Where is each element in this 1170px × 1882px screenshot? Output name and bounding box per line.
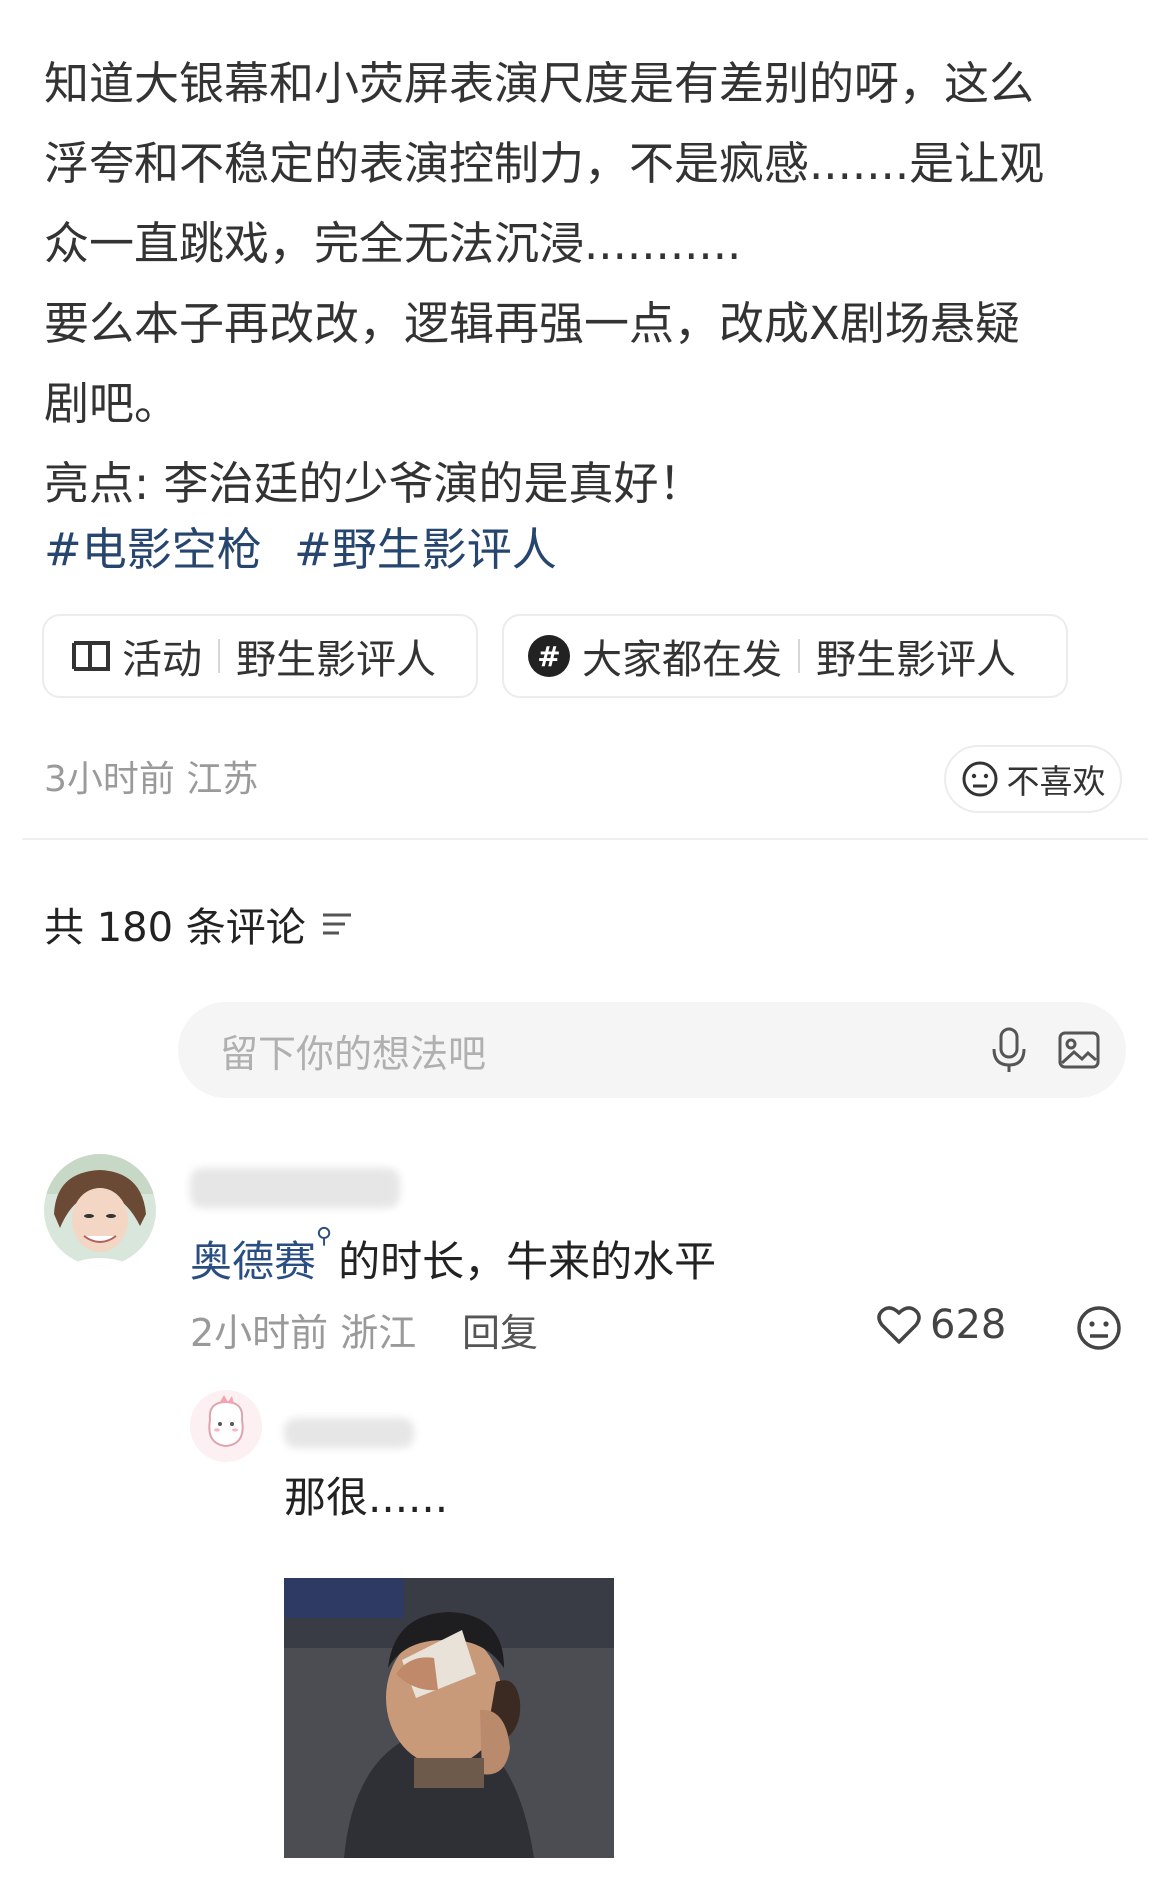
neutral-face-icon[interactable] bbox=[1076, 1305, 1122, 1351]
username-blurred bbox=[190, 1168, 400, 1208]
hashtag-link[interactable]: #野生影评人 bbox=[294, 523, 557, 576]
activity-chip[interactable]: 活动 野生影评人 bbox=[42, 614, 478, 698]
heart-icon bbox=[877, 1306, 921, 1344]
post-line: 剧吧。 bbox=[44, 377, 180, 430]
post-line: 浮夸和不稳定的表演控制力，不是疯感.......是让观 bbox=[44, 137, 1045, 190]
hashtag-link[interactable]: #电影空枪 bbox=[44, 523, 262, 576]
microphone-icon[interactable] bbox=[986, 1025, 1032, 1075]
post-meta: 3小时前 江苏 bbox=[44, 759, 259, 800]
comment-count-label: 共 180 条评论 bbox=[44, 905, 306, 951]
hashtag-row: #电影空枪 #野生影评人 bbox=[44, 510, 575, 590]
post-line: 要么本子再改改，逻辑再强一点，改成X剧场悬疑 bbox=[44, 297, 1020, 350]
avatar[interactable] bbox=[190, 1390, 262, 1462]
chip-label: 活动 bbox=[122, 637, 202, 683]
search-icon: ⚲ bbox=[316, 1224, 333, 1249]
chip-value: 野生影评人 bbox=[816, 637, 1016, 683]
search-link[interactable]: 奥德赛 bbox=[190, 1237, 316, 1286]
chip-label: 大家都在发 bbox=[582, 637, 782, 683]
neutral-face-icon bbox=[962, 761, 997, 797]
like-button[interactable]: 628 bbox=[876, 1302, 1006, 1348]
trending-chip[interactable]: # 大家都在发 野生影评人 bbox=[502, 614, 1068, 698]
image-icon[interactable] bbox=[1056, 1027, 1102, 1073]
reply-button[interactable]: 回复 bbox=[462, 1302, 538, 1357]
comment-input-placeholder: 留下你的想法吧 bbox=[220, 1031, 487, 1076]
post-body: 知道大银幕和小荧屏表演尺度是有差别的呀，这么 浮夸和不稳定的表演控制力，不是疯感… bbox=[44, 44, 1134, 524]
dislike-label: 不喜欢 bbox=[1006, 762, 1106, 801]
post-line: 知道大银幕和小荧屏表演尺度是有差别的呀，这么 bbox=[44, 57, 1035, 110]
like-count: 628 bbox=[930, 1302, 1007, 1348]
post-line: 众一直跳戏，完全无法沉浸........... bbox=[44, 217, 742, 270]
hashtag-icon: # bbox=[528, 635, 570, 677]
comment-input[interactable]: 留下你的想法吧 bbox=[178, 1002, 1126, 1098]
divider bbox=[22, 838, 1148, 840]
comment-meta: 2小时前 浙江 bbox=[190, 1311, 417, 1355]
comment-body: 奥德赛⚲的时长，牛来的水平 bbox=[190, 1224, 717, 1289]
comment-text: 的时长，牛来的水平 bbox=[338, 1237, 717, 1286]
reply-text: 那很...... bbox=[284, 1473, 449, 1522]
activity-icon bbox=[72, 641, 110, 671]
sort-icon[interactable] bbox=[320, 909, 354, 939]
chip-value: 野生影评人 bbox=[236, 637, 436, 683]
comment-count: 共 180 条评论 bbox=[44, 895, 354, 953]
username-blurred bbox=[284, 1418, 414, 1448]
reply-image[interactable] bbox=[284, 1578, 614, 1858]
dislike-button[interactable]: 不喜欢 bbox=[944, 745, 1122, 813]
chip-divider bbox=[798, 639, 800, 673]
avatar[interactable] bbox=[44, 1154, 156, 1266]
chip-divider bbox=[218, 639, 220, 673]
